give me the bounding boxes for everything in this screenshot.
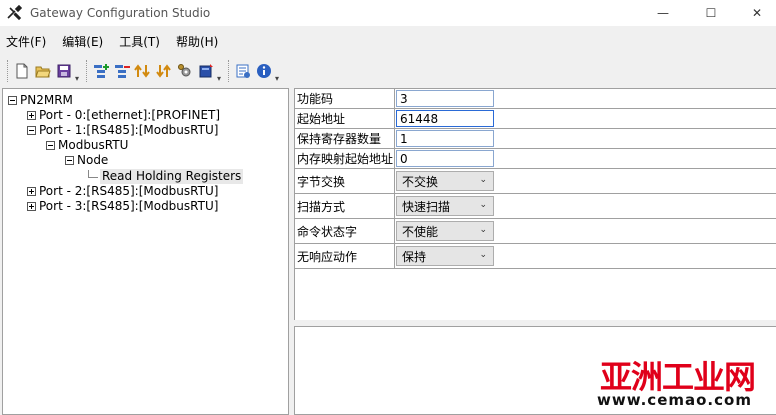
property-row: 功能码 3 bbox=[295, 89, 776, 109]
open-folder-icon[interactable] bbox=[33, 60, 53, 82]
chevron-down-icon[interactable]: ▾ bbox=[75, 74, 79, 83]
property-label: 无响应动作 bbox=[297, 244, 395, 268]
property-row: 无响应动作 保持 ⌄ bbox=[295, 244, 776, 269]
collapse-icon[interactable] bbox=[8, 96, 17, 105]
property-label: 内存映射起始地址 bbox=[297, 149, 395, 168]
settings-icon[interactable] bbox=[175, 60, 195, 82]
close-button[interactable]: ✕ bbox=[734, 0, 776, 26]
register-count-input[interactable]: 1 bbox=[396, 130, 494, 147]
delete-node-icon[interactable] bbox=[112, 60, 132, 82]
collapse-icon[interactable] bbox=[65, 156, 74, 165]
command-status-select[interactable]: 不使能 ⌄ bbox=[396, 221, 494, 241]
menu-bar: 文件(F) 编辑(E) 工具(T) 帮助(H) bbox=[0, 30, 776, 52]
diagnose-icon[interactable] bbox=[233, 60, 253, 82]
chevron-down-icon: ⌄ bbox=[479, 175, 487, 185]
maximize-icon: ☐ bbox=[705, 6, 717, 20]
device-tree: PN2MRM Port - 0:[ethernet]:[PROFINET] Po… bbox=[2, 88, 289, 415]
property-grid: 功能码 3 起始地址 61448 保持寄存器数量 1 内存映射起始地址 0 字节… bbox=[294, 88, 776, 320]
tree-node-label: Read Holding Registers bbox=[100, 169, 244, 184]
new-file-icon[interactable] bbox=[12, 60, 32, 82]
property-row: 起始地址 61448 bbox=[295, 109, 776, 129]
scan-mode-select[interactable]: 快速扫描 ⌄ bbox=[396, 196, 494, 216]
property-label: 保持寄存器数量 bbox=[297, 129, 395, 148]
expand-icon[interactable] bbox=[27, 187, 36, 196]
tree-connector bbox=[88, 169, 98, 178]
tree-node-label: Node bbox=[77, 153, 109, 167]
upload-icon[interactable] bbox=[133, 60, 153, 82]
chevron-down-icon[interactable]: ▾ bbox=[275, 74, 279, 83]
tree-node-port2[interactable]: Port - 2:[RS485]:[ModbusRTU] bbox=[27, 184, 218, 199]
expand-icon[interactable] bbox=[27, 202, 36, 211]
tree-node-port3[interactable]: Port - 3:[RS485]:[ModbusRTU] bbox=[27, 199, 218, 214]
menu-edit[interactable]: 编辑(E) bbox=[56, 33, 109, 50]
toolbar: ▾ ▾ ▾ bbox=[0, 56, 776, 86]
tree-node-label: Port - 0:[ethernet]:[PROFINET] bbox=[39, 108, 221, 122]
expand-icon[interactable] bbox=[27, 111, 36, 120]
select-value: 快速扫描 bbox=[402, 199, 451, 214]
chevron-down-icon: ⌄ bbox=[479, 250, 487, 260]
tree-node-modbusrtu[interactable]: ModbusRTU bbox=[46, 138, 128, 153]
minimize-icon: — bbox=[657, 6, 669, 20]
menu-file[interactable]: 文件(F) bbox=[0, 33, 52, 50]
memory-map-address-input[interactable]: 0 bbox=[396, 150, 494, 167]
about-icon[interactable] bbox=[254, 60, 274, 82]
property-label: 字节交换 bbox=[297, 169, 395, 193]
property-label: 功能码 bbox=[297, 89, 395, 108]
toolbar-grip bbox=[7, 60, 9, 82]
no-response-action-select[interactable]: 保持 ⌄ bbox=[396, 246, 494, 266]
toolbar-separator bbox=[86, 60, 88, 82]
property-label: 起始地址 bbox=[297, 109, 395, 128]
property-row: 扫描方式 快速扫描 ⌄ bbox=[295, 194, 776, 219]
window-title: Gateway Configuration Studio bbox=[30, 6, 211, 20]
tools-icon bbox=[6, 4, 23, 21]
property-row: 保持寄存器数量 1 bbox=[295, 129, 776, 149]
property-row: 命令状态字 不使能 ⌄ bbox=[295, 219, 776, 244]
chevron-down-icon: ⌄ bbox=[479, 225, 487, 235]
tree-node-port1[interactable]: Port - 1:[RS485]:[ModbusRTU] bbox=[27, 123, 218, 138]
tree-node-node[interactable]: Node bbox=[65, 153, 108, 168]
chevron-down-icon: ⌄ bbox=[479, 200, 487, 210]
tree-node-label: Port - 1:[RS485]:[ModbusRTU] bbox=[39, 123, 219, 137]
tree-node-label: PN2MRM bbox=[20, 93, 73, 107]
tree-node-label: Port - 3:[RS485]:[ModbusRTU] bbox=[39, 199, 219, 213]
download-icon[interactable] bbox=[154, 60, 174, 82]
watermark-url: www.cemao.com bbox=[597, 391, 752, 409]
maximize-button[interactable]: ☐ bbox=[688, 0, 734, 26]
collapse-icon[interactable] bbox=[27, 126, 36, 135]
start-address-input[interactable]: 61448 bbox=[396, 110, 494, 127]
chevron-down-icon[interactable]: ▾ bbox=[217, 74, 221, 83]
save-icon[interactable] bbox=[54, 60, 74, 82]
menu-tools[interactable]: 工具(T) bbox=[113, 33, 166, 50]
select-value: 不交换 bbox=[402, 174, 439, 189]
property-row: 字节交换 不交换 ⌄ bbox=[295, 169, 776, 194]
select-value: 不使能 bbox=[402, 224, 439, 239]
monitor-icon[interactable] bbox=[196, 60, 216, 82]
byte-swap-select[interactable]: 不交换 ⌄ bbox=[396, 171, 494, 191]
property-row: 内存映射起始地址 0 bbox=[295, 149, 776, 169]
tree-node-root[interactable]: PN2MRM bbox=[8, 93, 73, 108]
menu-help[interactable]: 帮助(H) bbox=[170, 33, 224, 50]
tree-node-label: Port - 2:[RS485]:[ModbusRTU] bbox=[39, 184, 219, 198]
select-value: 保持 bbox=[402, 249, 427, 264]
property-label: 扫描方式 bbox=[297, 194, 395, 218]
tree-node-port0[interactable]: Port - 0:[ethernet]:[PROFINET] bbox=[27, 108, 220, 123]
add-node-icon[interactable] bbox=[91, 60, 111, 82]
close-icon: ✕ bbox=[751, 6, 763, 20]
minimize-button[interactable]: — bbox=[640, 0, 686, 26]
tree-node-label: ModbusRTU bbox=[58, 138, 129, 152]
property-label: 命令状态字 bbox=[297, 219, 395, 243]
tree-node-command[interactable]: Read Holding Registers bbox=[88, 169, 244, 184]
toolbar-separator bbox=[228, 60, 230, 82]
function-code-input[interactable]: 3 bbox=[396, 90, 494, 107]
collapse-icon[interactable] bbox=[46, 141, 55, 150]
